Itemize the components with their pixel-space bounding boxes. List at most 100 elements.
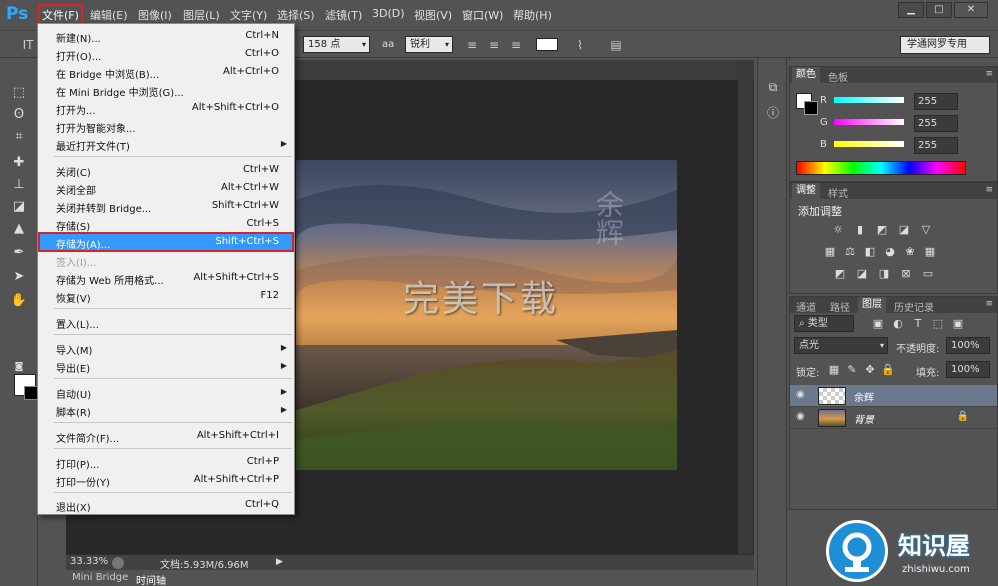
eraser-tool-icon[interactable]: ◪ [9,198,29,216]
menu-item-check-in[interactable]: 签入(I)... [39,251,293,269]
text-color-swatch[interactable] [536,38,558,51]
status-menu-arrow-icon[interactable]: ▶ [276,557,283,567]
layer-row[interactable]: ◉ 背景 🔒 [790,407,997,429]
r-value[interactable]: 255 [914,93,958,110]
menu-item-automate[interactable]: 自动(U) ▶ [39,383,293,401]
align-center-icon[interactable]: ≡ [486,37,502,53]
menu-item-save-for-web[interactable]: 存储为 Web 所用格式... Alt+Shift+Ctrl+S [39,269,293,287]
menu-item-open[interactable]: 打开(O)... Ctrl+O [39,45,293,63]
menu-item-save-as[interactable]: 存储为(A)... Shift+Ctrl+S [38,232,294,252]
r-slider[interactable] [834,97,904,103]
menu-item-open-as[interactable]: 打开为... Alt+Shift+Ctrl+O [39,99,293,117]
eye-icon[interactable]: ◉ [796,389,805,400]
clone-stamp-icon[interactable]: ⊥ [9,176,29,194]
menu-item-scripts[interactable]: 脚本(R) ▶ [39,401,293,419]
exposure-icon[interactable]: ◪ [896,223,912,237]
menu-item-export[interactable]: 导出(E) ▶ [39,357,293,375]
b-slider[interactable] [834,141,904,147]
menu-item-place[interactable]: 置入(L)... [39,313,293,331]
menu-item-close-go-bridge[interactable]: 关闭并转到 Bridge... Shift+Ctrl+W [39,197,293,215]
filter-type-icon[interactable]: T [910,317,926,331]
menu-file[interactable]: 文件(F) [38,4,83,26]
align-left-icon[interactable]: ≡ [464,37,480,53]
menu-item-close-all[interactable]: 关闭全部 Alt+Ctrl+W [39,179,293,197]
threshold-icon[interactable]: ◨ [876,267,892,281]
levels-icon[interactable]: ▮ [852,223,868,237]
sharpen-tool-icon[interactable]: ▲ [9,220,29,238]
menu-item-recent-files[interactable]: 最近打开文件(T) ▶ [39,135,293,153]
b-value[interactable]: 255 [914,137,958,154]
align-right-icon[interactable]: ≡ [508,37,524,53]
menu-help[interactable]: 帮助(H) [513,7,552,23]
layer-filter-select[interactable]: ⌕ 类型 [794,315,854,332]
warp-text-icon[interactable]: ⌇ [572,37,588,53]
menu-type[interactable]: 文字(Y) [230,7,267,23]
fill-field[interactable]: 100% [946,361,990,378]
lock-brush-icon[interactable]: ✎ [844,363,860,377]
status-info-icon[interactable] [112,557,124,569]
menu-item-print[interactable]: 打印(P)... Ctrl+P [39,453,293,471]
menu-item-open-smart-object[interactable]: 打开为智能对象... [39,117,293,135]
color-bg-swatch[interactable] [804,101,818,115]
menu-layer[interactable]: 图层(L) [183,7,220,23]
menu-item-browse-bridge[interactable]: 在 Bridge 中浏览(B)... Alt+Ctrl+O [39,63,293,81]
path-select-tool-icon[interactable]: ➤ [9,268,29,286]
lock-pixels-icon[interactable]: ▦ [826,363,842,377]
zoom-level[interactable]: 33.33% [70,556,108,567]
menu-view[interactable]: 视图(V) [414,7,452,23]
menu-item-save[interactable]: 存储(S) Ctrl+S [39,215,293,233]
background-color-swatch[interactable] [24,386,38,400]
marquee-tool-icon[interactable]: ⬚ [9,84,29,102]
color-lookup-icon[interactable]: ▦ [922,245,938,259]
pen-tool-icon[interactable]: ✒ [9,244,29,262]
menu-image[interactable]: 图像(I) [138,7,172,23]
black-white-icon[interactable]: ◧ [862,245,878,259]
character-panel-icon[interactable]: ▤ [608,37,624,53]
vibrance-icon[interactable]: ▽ [918,223,934,237]
antialias-select[interactable]: 锐利 ▾ [405,36,453,53]
tab-swatches[interactable]: 色板 [824,69,852,84]
menu-edit[interactable]: 编辑(E) [90,7,128,23]
brightness-icon[interactable]: ☼ [830,223,846,237]
posterize-icon[interactable]: ◪ [854,267,870,281]
g-slider[interactable] [834,119,904,125]
selective-color-icon[interactable]: ⊠ [898,267,914,281]
filter-shape-icon[interactable]: ⬚ [930,317,946,331]
invert-icon[interactable]: ◩ [832,267,848,281]
quick-mask-icon[interactable]: ◙ [9,358,29,376]
tab-layers[interactable]: 图层 [858,297,886,313]
history-panel-icon[interactable]: ⧉ [764,78,782,96]
panel-menu-icon[interactable]: ≡ [985,299,993,309]
tab-mini-bridge[interactable]: Mini Bridge [72,572,128,583]
menu-item-revert[interactable]: 恢复(V) F12 [39,287,293,305]
gradient-map-icon[interactable]: ▭ [920,267,936,281]
menu-item-close[interactable]: 关闭(C) Ctrl+W [39,161,293,179]
menu-select[interactable]: 选择(S) [277,7,315,23]
canvas-image[interactable]: 完美下载 余辉 [296,160,677,470]
vertical-scrollbar[interactable] [738,60,753,554]
menu-filter[interactable]: 滤镜(T) [325,7,362,23]
layer-row[interactable]: ◉ 余辉 [790,385,997,407]
photo-filter-icon[interactable]: ◕ [882,245,898,259]
text-tool-icon[interactable]: IT [20,37,36,53]
tab-adjustments[interactable]: 调整 [792,183,820,199]
lasso-tool-icon[interactable]: ʘ [9,106,29,124]
tab-paths[interactable]: 路径 [826,299,854,314]
menu-window[interactable]: 窗口(W) [462,7,503,23]
font-size-field[interactable]: 158 点 ▾ [303,36,370,53]
menu-item-browse-mini-bridge[interactable]: 在 Mini Bridge 中浏览(G)... [39,81,293,99]
crop-tool-icon[interactable]: ⌗ [9,128,29,146]
tab-channels[interactable]: 通道 [792,299,820,314]
maximize-button[interactable]: □ [926,2,952,18]
curves-icon[interactable]: ◩ [874,223,890,237]
lock-all-icon[interactable]: 🔒 [880,363,896,377]
minimize-button[interactable]: ▁ [898,2,924,18]
color-balance-icon[interactable]: ⚖ [842,245,858,259]
opacity-field[interactable]: 100% [946,337,990,354]
lock-position-icon[interactable]: ✥ [862,363,878,377]
menu-item-print-one-copy[interactable]: 打印一份(Y) Alt+Shift+Ctrl+P [39,471,293,489]
eye-icon[interactable]: ◉ [796,411,805,422]
blend-mode-select[interactable]: 点光 ▾ [794,337,888,354]
hand-tool-icon[interactable]: ✋ [9,292,29,310]
close-button[interactable]: ✕ [954,2,988,18]
